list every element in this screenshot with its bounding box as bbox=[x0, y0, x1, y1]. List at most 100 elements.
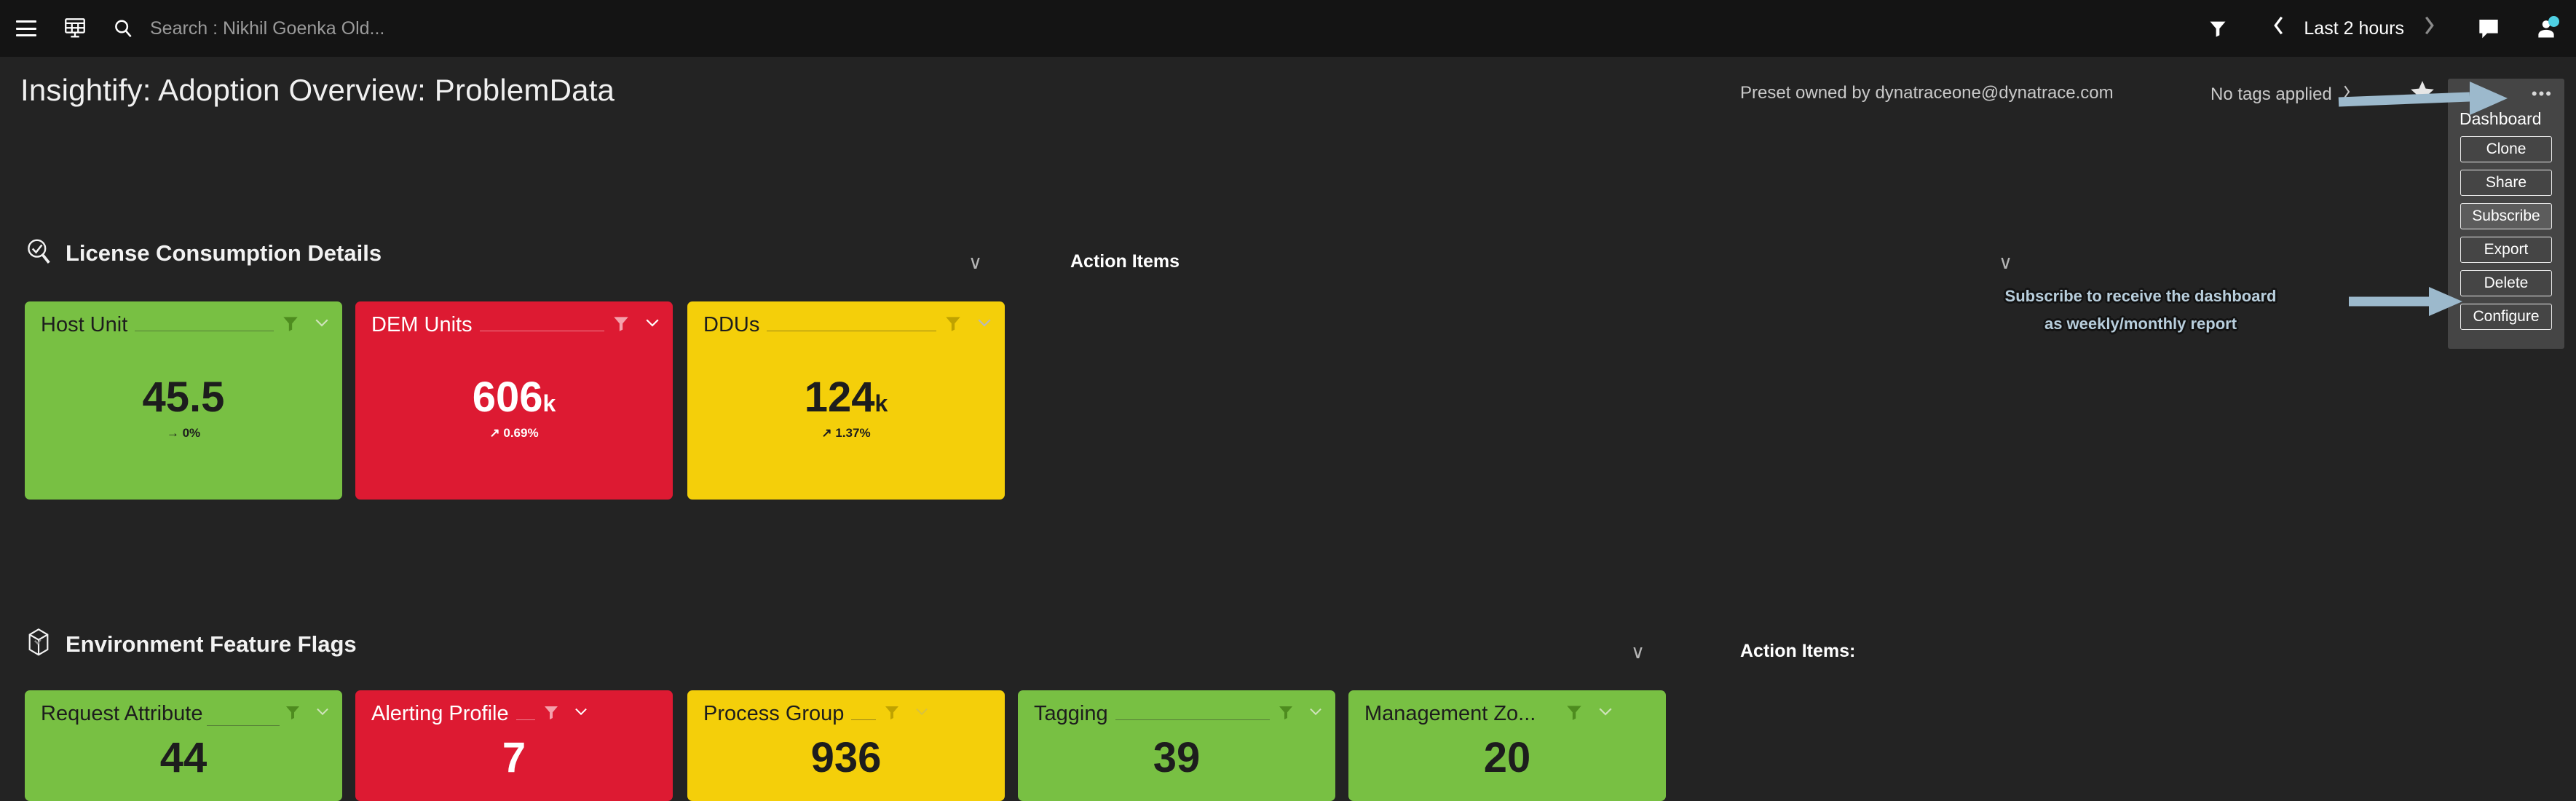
tile-title: Management Zo... bbox=[1364, 702, 1536, 725]
tile-body: 45.5 → 0% bbox=[25, 337, 342, 480]
tile-icon-group bbox=[1277, 703, 1324, 725]
cube-icon bbox=[25, 628, 52, 660]
funnel-icon[interactable] bbox=[2208, 18, 2228, 39]
timeframe-selector[interactable]: Last 2 hours bbox=[2304, 18, 2404, 39]
tile-header: DEM Units bbox=[355, 301, 673, 337]
delete-button[interactable]: Delete bbox=[2460, 270, 2552, 296]
tile-value: 936 bbox=[810, 734, 882, 781]
tile-icon-group bbox=[612, 314, 661, 336]
tile-body: 20 bbox=[1348, 726, 1666, 790]
tile-header: Process Group bbox=[687, 690, 1005, 726]
funnel-icon[interactable] bbox=[1565, 703, 1584, 725]
tile-delta: → 0% bbox=[166, 426, 201, 440]
magnifier-check-icon bbox=[25, 237, 52, 269]
funnel-icon[interactable] bbox=[1277, 703, 1295, 725]
section-header-license-consumption: License Consumption Details bbox=[25, 237, 382, 269]
tile-icon-group bbox=[284, 703, 331, 725]
page-title: Insightify: Adoption Overview: ProblemDa… bbox=[20, 73, 615, 107]
dashboard-actions-menu: ••• Dashboard Clone Share Subscribe Expo… bbox=[2448, 79, 2564, 349]
tile-value-group: 124 k bbox=[805, 376, 888, 419]
tile-underline bbox=[1115, 719, 1270, 720]
funnel-icon[interactable] bbox=[944, 314, 963, 336]
search-input[interactable]: Search : Nikhil Goenka Old... bbox=[150, 18, 384, 39]
more-options-icon[interactable]: ••• bbox=[2448, 86, 2564, 105]
tile-value: 39 bbox=[1153, 734, 1201, 781]
chevron-down-icon[interactable] bbox=[315, 703, 331, 725]
tile-header: Host Unit bbox=[25, 301, 342, 337]
subscribe-button[interactable]: Subscribe bbox=[2460, 203, 2552, 229]
tile-host-unit[interactable]: Host Unit 45.5 → 0% bbox=[25, 301, 342, 500]
user-avatar-icon[interactable] bbox=[2535, 16, 2559, 39]
funnel-icon[interactable] bbox=[612, 314, 631, 336]
tile-dem-units[interactable]: DEM Units 606 k ↗ 0.69% bbox=[355, 301, 673, 500]
tile-title: Request Attribute bbox=[41, 702, 203, 725]
tile-tagging[interactable]: Tagging 39 bbox=[1018, 690, 1335, 801]
tags-applied-button[interactable]: No tags applied bbox=[2210, 83, 2352, 106]
tile-icon-group bbox=[1565, 703, 1614, 725]
star-icon[interactable] bbox=[2409, 79, 2436, 110]
clone-button[interactable]: Clone bbox=[2460, 136, 2552, 162]
chevron-down-icon[interactable] bbox=[914, 703, 930, 725]
tile-value-group: 44 bbox=[160, 737, 208, 779]
tile-value: 606 bbox=[472, 374, 543, 421]
tile-delta: ↗ 1.37% bbox=[821, 426, 871, 440]
tile-title: DDUs bbox=[703, 313, 760, 336]
funnel-icon[interactable] bbox=[542, 703, 560, 725]
tile-ddus[interactable]: DDUs 124 k ↗ 1.37% bbox=[687, 301, 1005, 500]
tile-body: 39 bbox=[1018, 726, 1335, 790]
tile-delta: ↗ 0.69% bbox=[489, 426, 539, 440]
action-items-label-license: Action Items bbox=[1070, 251, 1180, 272]
top-navigation-bar: Search : Nikhil Goenka Old... Last 2 hou… bbox=[0, 0, 2576, 57]
tile-body: 936 bbox=[687, 726, 1005, 790]
tile-body: 44 bbox=[25, 726, 342, 790]
dashboard-grid-icon[interactable] bbox=[63, 16, 87, 41]
tile-alerting-profile[interactable]: Alerting Profile 7 bbox=[355, 690, 673, 801]
export-button[interactable]: Export bbox=[2460, 237, 2552, 263]
search-icon bbox=[112, 17, 134, 39]
funnel-icon[interactable] bbox=[284, 703, 301, 725]
chat-bubble-icon[interactable] bbox=[2477, 17, 2500, 40]
tile-value-group: 606 k bbox=[473, 376, 556, 419]
configure-button[interactable]: Configure bbox=[2460, 304, 2552, 330]
tile-header: Request Attribute bbox=[25, 690, 342, 726]
collapse-license-consumption[interactable]: ∨ bbox=[968, 251, 982, 274]
tile-icon-group bbox=[883, 703, 930, 725]
tile-management-zones[interactable]: Management Zo... 20 bbox=[1348, 690, 1666, 801]
tile-underline bbox=[851, 719, 877, 720]
tile-body: 7 bbox=[355, 726, 673, 790]
chevron-down-icon[interactable] bbox=[644, 314, 661, 336]
tile-value-group: 20 bbox=[1484, 737, 1531, 779]
next-timeframe-button[interactable] bbox=[2417, 15, 2442, 42]
chevron-down-icon[interactable] bbox=[1308, 703, 1324, 725]
arrow-to-subscribe-button bbox=[2349, 287, 2462, 316]
tile-value-group: 45.5 bbox=[143, 376, 225, 419]
chevron-down-icon[interactable] bbox=[1597, 703, 1614, 725]
tile-request-attribute[interactable]: Request Attribute 44 bbox=[25, 690, 342, 801]
tile-title: Alerting Profile bbox=[371, 702, 509, 725]
hamburger-menu-icon[interactable] bbox=[16, 20, 36, 36]
tile-value-group: 7 bbox=[502, 737, 526, 779]
tile-value-group: 39 bbox=[1153, 737, 1201, 779]
preset-owner-label: Preset owned by dynatraceone@dynatrace.c… bbox=[1740, 83, 2114, 103]
tile-value: 7 bbox=[502, 734, 526, 781]
collapse-environment-feature-flags[interactable]: ∨ bbox=[1631, 641, 1645, 663]
tile-underline bbox=[207, 725, 280, 726]
subscribe-callout-line-2: as weekly/monthly report bbox=[2044, 315, 2237, 333]
collapse-action-items-license[interactable]: ∨ bbox=[1999, 251, 2012, 274]
tile-value-suffix: k bbox=[542, 390, 556, 417]
previous-timeframe-button[interactable] bbox=[2266, 15, 2291, 42]
funnel-icon[interactable] bbox=[883, 703, 901, 725]
chevron-down-icon[interactable] bbox=[976, 314, 993, 336]
tile-icon-group bbox=[542, 703, 589, 725]
share-button[interactable]: Share bbox=[2460, 170, 2552, 196]
tile-process-group[interactable]: Process Group 936 bbox=[687, 690, 1005, 801]
funnel-icon[interactable] bbox=[281, 314, 300, 336]
tile-value: 124 bbox=[804, 374, 875, 421]
section-title-license-consumption: License Consumption Details bbox=[66, 240, 382, 266]
subscribe-callout-line-1: Subscribe to receive the dashboard bbox=[2004, 287, 2277, 305]
section-title-environment-feature-flags: Environment Feature Flags bbox=[66, 631, 357, 657]
tile-value: 20 bbox=[1483, 734, 1531, 781]
global-search[interactable]: Search : Nikhil Goenka Old... bbox=[112, 17, 384, 39]
chevron-down-icon[interactable] bbox=[573, 703, 589, 725]
chevron-down-icon[interactable] bbox=[313, 314, 331, 336]
